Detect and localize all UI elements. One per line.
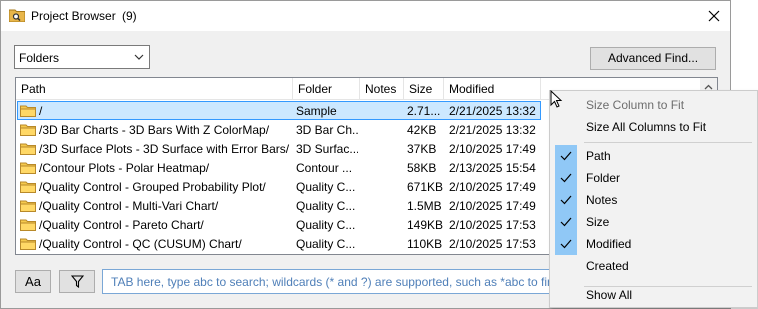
cell-folder: Contour ... <box>296 161 353 175</box>
folder-icon <box>20 219 36 231</box>
checkmark-box <box>555 189 577 211</box>
close-icon[interactable] <box>702 4 726 28</box>
search-input[interactable]: TAB here, type abc to search; wildcards … <box>102 269 562 294</box>
window-title: Project Browser <box>31 9 116 23</box>
cell-modified: 2/10/2025 17:53 <box>449 237 536 251</box>
cell-path: /Quality Control - Grouped Probability P… <box>39 180 266 194</box>
cell-size: 149KB <box>407 218 444 232</box>
cell-folder: Quality C... <box>296 218 356 232</box>
checkmark-box <box>555 211 577 233</box>
column-header-notes[interactable]: Notes <box>360 78 404 100</box>
title-bar: Project Browser (9) <box>1 1 730 31</box>
cell-size: 58KB <box>407 161 437 175</box>
cell-folder: Quality C... <box>296 199 356 213</box>
checkmark-box <box>555 233 577 255</box>
cell-modified: 2/10/2025 17:49 <box>449 180 536 194</box>
checkmark-box <box>555 167 577 189</box>
folder-icon <box>20 162 36 174</box>
menu-item-label: Show All <box>586 288 633 302</box>
column-header-folder[interactable]: Folder <box>293 78 360 100</box>
cell-folder: Quality C... <box>296 237 356 251</box>
cell-modified: 2/10/2025 17:49 <box>449 199 536 213</box>
cell-size: 37KB <box>407 142 437 156</box>
cell-size: 110KB <box>407 237 443 251</box>
menu-item-column-created[interactable]: Created <box>552 255 755 277</box>
match-case-button[interactable]: Aa <box>15 270 51 293</box>
checkmark-icon <box>560 195 572 205</box>
checkmark-icon <box>560 173 572 183</box>
folder-icon <box>20 105 36 117</box>
column-header-size[interactable]: Size <box>404 78 444 100</box>
menu-item-column-notes[interactable]: Notes <box>552 189 755 211</box>
cell-modified: 2/13/2025 15:54 <box>449 161 536 175</box>
cell-modified: 2/21/2025 13:32 <box>449 104 536 118</box>
folder-icon <box>20 238 36 250</box>
menu-item-label: Folder <box>586 171 621 185</box>
menu-item-label: Notes <box>586 193 618 207</box>
column-header-path[interactable]: Path <box>16 78 293 100</box>
mouse-pointer-icon <box>550 90 563 108</box>
advanced-find-button[interactable]: Advanced Find... <box>590 47 716 70</box>
cell-folder: Sample <box>296 104 337 118</box>
cell-path: /3D Surface Plots - 3D Surface with Erro… <box>39 142 290 156</box>
folder-icon <box>20 181 36 193</box>
folder-icon <box>20 200 36 212</box>
menu-item-column-size[interactable]: Size <box>552 211 755 233</box>
menu-item-label: Modified <box>586 237 632 251</box>
item-count: (9) <box>122 9 137 23</box>
cell-size: 2.71... <box>407 104 441 118</box>
cell-path: /Quality Control - Pareto Chart/ <box>39 218 204 232</box>
menu-item-column-folder[interactable]: Folder <box>552 167 755 189</box>
menu-separator <box>584 142 752 143</box>
menu-item-label: Created <box>586 259 629 273</box>
menu-item-column-path[interactable]: Path <box>552 145 755 167</box>
checkmark-icon <box>560 151 572 161</box>
menu-item-show-all[interactable]: Show All <box>552 284 755 306</box>
cell-size: 42KB <box>407 123 437 137</box>
column-context-menu: Size Column to Fit Size All Columns to F… <box>549 90 758 308</box>
column-header-modified[interactable]: Modified <box>444 78 541 100</box>
checkmark-icon <box>560 239 572 249</box>
menu-item-column-modified[interactable]: Modified <box>552 233 755 255</box>
cell-path: /3D Bar Charts - 3D Bars With Z ColorMap… <box>39 123 270 137</box>
checkmark-icon <box>560 217 572 227</box>
filter-button[interactable] <box>59 270 95 293</box>
checkmark-box <box>555 145 577 167</box>
folder-icon <box>20 143 36 155</box>
folder-icon <box>20 124 36 136</box>
view-select-value: Folders <box>19 51 60 65</box>
menu-item-label: Path <box>586 149 611 163</box>
cell-modified: 2/10/2025 17:53 <box>449 218 536 232</box>
menu-item-size-all-columns-to-fit[interactable]: Size All Columns to Fit <box>552 116 755 138</box>
chevron-down-icon <box>134 54 144 60</box>
cell-path: /Quality Control - QC (CUSUM) Chart/ <box>39 237 242 251</box>
cell-modified: 2/21/2025 13:32 <box>449 123 536 137</box>
cell-path: / <box>39 104 43 118</box>
cell-size: 671KB <box>407 180 444 194</box>
menu-item-label: Size Column to Fit <box>586 98 685 112</box>
cell-size: 1.5MB <box>407 199 442 213</box>
view-select[interactable]: Folders <box>14 45 150 69</box>
menu-item-label: Size All Columns to Fit <box>586 120 707 134</box>
menu-item-size-column-to-fit[interactable]: Size Column to Fit <box>552 94 755 116</box>
filter-icon <box>71 275 84 288</box>
cell-path: /Quality Control - Multi-Vari Chart/ <box>39 199 219 213</box>
menu-item-label: Size <box>586 215 610 229</box>
cell-folder: 3D Bar Ch... <box>296 123 358 137</box>
search-placeholder: TAB here, type abc to search; wildcards … <box>111 275 561 289</box>
cell-folder: Quality C... <box>296 180 356 194</box>
cell-modified: 2/10/2025 17:49 <box>449 142 536 156</box>
cell-path: /Contour Plots - Polar Heatmap/ <box>39 161 210 175</box>
cell-folder: 3D Surfac... <box>296 142 358 156</box>
project-folder-icon <box>9 9 25 22</box>
